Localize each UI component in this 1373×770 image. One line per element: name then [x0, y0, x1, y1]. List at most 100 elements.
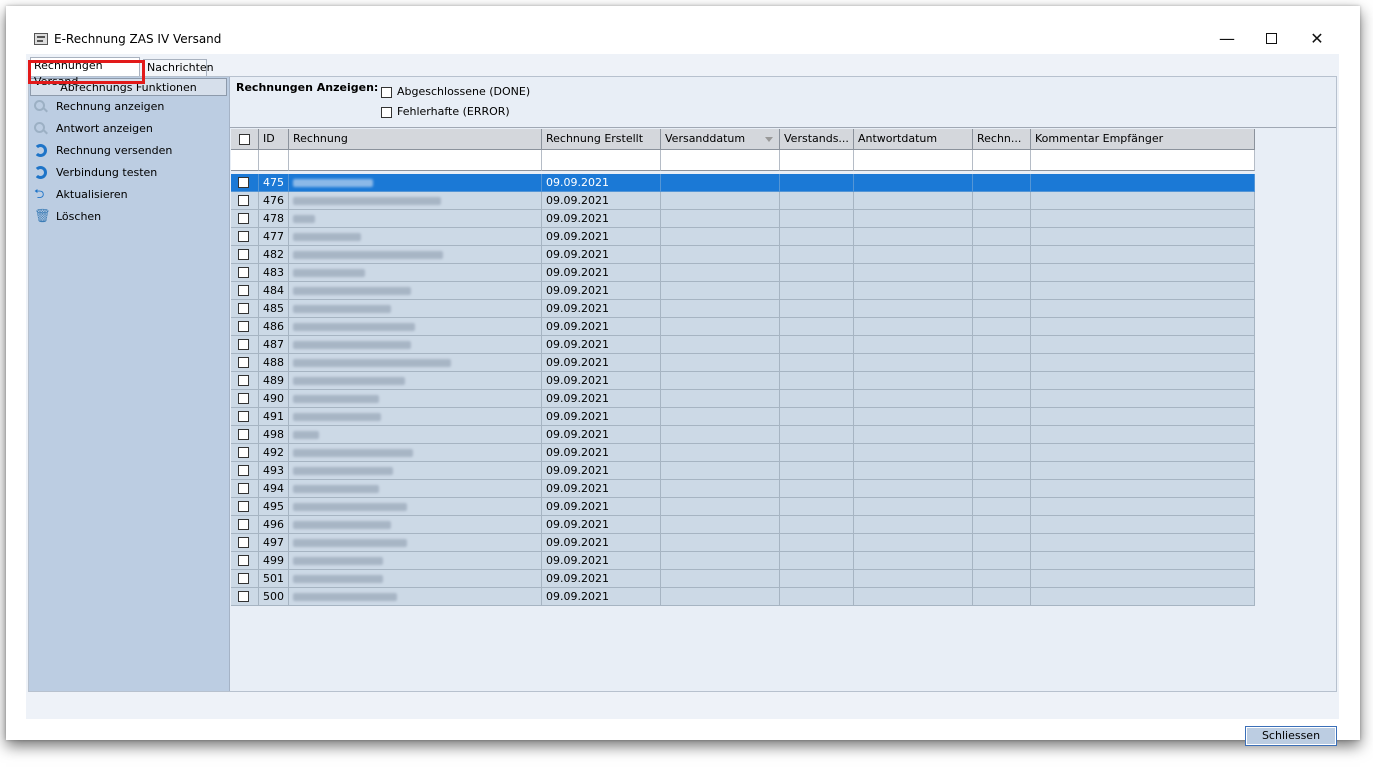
sidebar-item-verbindung-testen[interactable]: Verbindung testen [31, 163, 221, 183]
cell-empty [854, 264, 973, 282]
row-checkbox[interactable] [231, 552, 259, 570]
cell-empty [661, 282, 780, 300]
table-row[interactable]: 499 09.09.2021 [231, 552, 1255, 570]
filter-cell-rechn[interactable] [973, 150, 1031, 171]
row-checkbox[interactable] [231, 192, 259, 210]
table-row[interactable]: 493 09.09.2021 [231, 462, 1255, 480]
row-checkbox[interactable] [231, 372, 259, 390]
sidebar-item-rechnung-versenden[interactable]: Rechnung versenden [31, 141, 221, 161]
row-checkbox[interactable] [231, 174, 259, 192]
table-row[interactable]: 500 09.09.2021 [231, 588, 1255, 606]
table-row[interactable]: 485 09.09.2021 [231, 300, 1255, 318]
filter-cell-erstellt[interactable] [542, 150, 661, 171]
row-checkbox[interactable] [231, 480, 259, 498]
row-checkbox[interactable] [231, 228, 259, 246]
column-header-kommentar[interactable]: Kommentar Empfänger [1031, 129, 1255, 150]
column-header-rechnung-erstellt[interactable]: Rechnung Erstellt [542, 129, 661, 150]
table-row[interactable]: 496 09.09.2021 [231, 516, 1255, 534]
filter-cell-versanddatum[interactable] [661, 150, 780, 171]
table-row[interactable]: 478 09.09.2021 [231, 210, 1255, 228]
column-header-versanddatum[interactable]: Versanddatum [661, 129, 780, 150]
table-row[interactable]: 483 09.09.2021 [231, 264, 1255, 282]
row-checkbox[interactable] [231, 210, 259, 228]
cell-empty [1031, 264, 1255, 282]
table-row[interactable]: 488 09.09.2021 [231, 354, 1255, 372]
row-checkbox[interactable] [231, 408, 259, 426]
table-row[interactable]: 492 09.09.2021 [231, 444, 1255, 462]
sidebar-item-antwort-anzeigen[interactable]: Antwort anzeigen [31, 119, 221, 139]
sidebar-item-label: Rechnung anzeigen [56, 100, 165, 113]
cell-empty [780, 228, 854, 246]
column-header-rechnung[interactable]: Rechnung [289, 129, 542, 150]
cell-empty [661, 444, 780, 462]
row-checkbox[interactable] [231, 318, 259, 336]
cell-erstellt: 09.09.2021 [542, 246, 661, 264]
table-row[interactable]: 475 09.09.2021 [231, 174, 1255, 192]
close-window-button[interactable]: ✕ [1302, 28, 1332, 50]
table-row[interactable]: 491 09.09.2021 [231, 408, 1255, 426]
table-row[interactable]: 501 09.09.2021 [231, 570, 1255, 588]
tab-nachrichten[interactable]: Nachrichten [143, 59, 214, 76]
row-checkbox[interactable] [231, 534, 259, 552]
sidebar-item-label: Löschen [56, 210, 102, 223]
row-checkbox[interactable] [231, 354, 259, 372]
row-checkbox[interactable] [231, 426, 259, 444]
table-row[interactable]: 486 09.09.2021 [231, 318, 1255, 336]
sidebar-item-label: Verbindung testen [56, 166, 158, 179]
row-checkbox[interactable] [231, 336, 259, 354]
filter-error-checkbox[interactable]: Fehlerhafte (ERROR) [381, 105, 510, 118]
checkbox-box [238, 410, 249, 422]
row-checkbox[interactable] [231, 246, 259, 264]
column-header-verstands[interactable]: Verstands... [780, 129, 854, 150]
row-checkbox[interactable] [231, 570, 259, 588]
cell-erstellt: 09.09.2021 [542, 516, 661, 534]
row-checkbox[interactable] [231, 390, 259, 408]
sidebar-item-loeschen[interactable]: 🗑 Löschen [31, 207, 221, 227]
table-row[interactable]: 498 09.09.2021 [231, 426, 1255, 444]
table-row[interactable]: 484 09.09.2021 [231, 282, 1255, 300]
row-checkbox[interactable] [231, 498, 259, 516]
select-all-checkbox[interactable] [231, 129, 259, 150]
table-row[interactable]: 497 09.09.2021 [231, 534, 1255, 552]
table-row[interactable]: 487 09.09.2021 [231, 336, 1255, 354]
client-area: Rechnungen Versand Nachrichten Abrechnun… [26, 54, 1339, 746]
table-row[interactable]: 482 09.09.2021 [231, 246, 1255, 264]
schliessen-button[interactable]: Schliessen [1245, 726, 1337, 746]
filter-cell-verstands[interactable] [780, 150, 854, 171]
table-row[interactable]: 477 09.09.2021 [231, 228, 1255, 246]
filter-cell-kommentar[interactable] [1031, 150, 1255, 171]
cell-empty [1031, 300, 1255, 318]
sidebar-item-rechnung-anzeigen[interactable]: Rechnung anzeigen [31, 97, 221, 117]
column-header-antwortdatum[interactable]: Antwortdatum [854, 129, 973, 150]
table-row[interactable]: 494 09.09.2021 [231, 480, 1255, 498]
filter-label: Rechnungen Anzeigen: [236, 81, 379, 94]
row-checkbox[interactable] [231, 300, 259, 318]
checkbox-box [238, 590, 249, 602]
row-checkbox[interactable] [231, 282, 259, 300]
maximize-button[interactable] [1256, 28, 1286, 50]
column-header-rechn[interactable]: Rechn... [973, 129, 1031, 150]
filter-done-checkbox[interactable]: Abgeschlossene (DONE) [381, 85, 530, 98]
row-checkbox[interactable] [231, 516, 259, 534]
row-checkbox[interactable] [231, 462, 259, 480]
row-checkbox[interactable] [231, 588, 259, 606]
checkbox-box [238, 554, 249, 566]
cell-erstellt: 09.09.2021 [542, 336, 661, 354]
row-checkbox[interactable] [231, 264, 259, 282]
filter-cell-antwortdatum[interactable] [854, 150, 973, 171]
minimize-button[interactable]: — [1212, 28, 1242, 50]
table-row[interactable]: 495 09.09.2021 [231, 498, 1255, 516]
table-row[interactable]: 490 09.09.2021 [231, 390, 1255, 408]
filter-cell-rechnung[interactable] [289, 150, 542, 171]
filter-cell[interactable] [231, 150, 259, 171]
cell-empty [1031, 336, 1255, 354]
redacted-text [293, 287, 411, 295]
table-row[interactable]: 476 09.09.2021 [231, 192, 1255, 210]
checkbox-box [238, 482, 249, 494]
filter-cell-id[interactable] [259, 150, 289, 171]
sidebar-item-aktualisieren[interactable]: ⮌ Aktualisieren [31, 185, 221, 205]
table-row[interactable]: 489 09.09.2021 [231, 372, 1255, 390]
row-checkbox[interactable] [231, 444, 259, 462]
column-header-id[interactable]: ID [259, 129, 289, 150]
sidebar-item-label: Antwort anzeigen [56, 122, 153, 135]
